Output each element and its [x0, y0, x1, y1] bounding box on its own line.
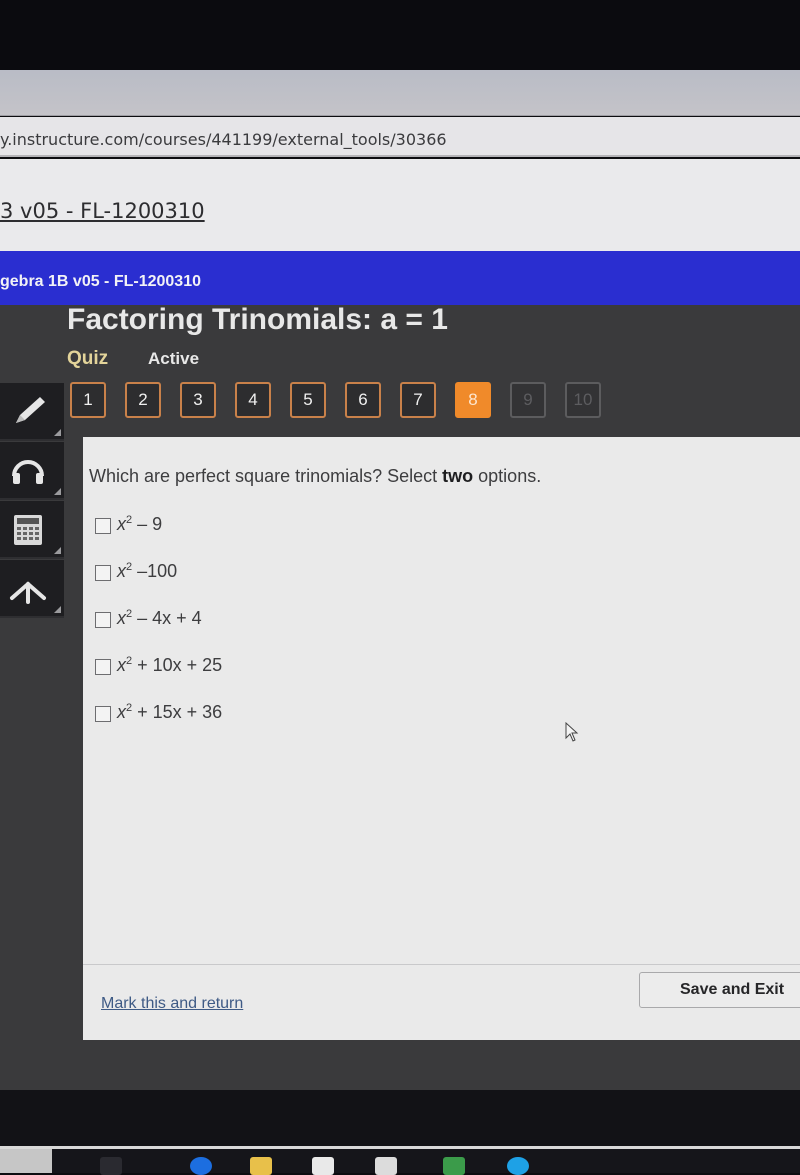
save-and-exit-button[interactable]: Save and Exit [639, 972, 800, 1008]
checkbox[interactable] [95, 612, 111, 628]
expression-rest: –100 [132, 561, 178, 581]
variable: x [117, 608, 126, 628]
calculator-tool-button[interactable] [0, 501, 64, 559]
expression-rest: – 4x + 4 [132, 608, 202, 628]
expression-rest: + 15x + 36 [132, 702, 223, 722]
edge-browser-icon[interactable] [190, 1157, 212, 1175]
option-expression: x2 + 10x + 25 [117, 655, 222, 676]
url-text[interactable]: y.instructure.com/courses/441199/externa… [0, 130, 447, 149]
search-box[interactable] [0, 1149, 52, 1173]
question-button-3[interactable]: 3 [180, 382, 216, 418]
prompt-emphasis: two [442, 466, 474, 486]
question-button-1[interactable]: 1 [70, 382, 106, 418]
course-title-bar: gebra 1B v05 - FL-1200310 [0, 251, 800, 307]
checkbox[interactable] [95, 518, 111, 534]
store-icon[interactable] [312, 1157, 334, 1175]
question-button-6[interactable]: 6 [345, 382, 381, 418]
option-expression: x2 – 9 [117, 514, 162, 535]
monitor-bezel [0, 0, 800, 70]
question-button-5[interactable]: 5 [290, 382, 326, 418]
calculator-icon [14, 515, 42, 545]
prompt-text: Which are perfect square trinomials? Sel… [89, 466, 443, 486]
tool-expand-corner [54, 547, 61, 554]
skype-icon[interactable] [507, 1157, 529, 1175]
variable: x [117, 514, 126, 534]
question-button-4[interactable]: 4 [235, 382, 271, 418]
option-expression: x2 + 15x + 36 [117, 702, 222, 723]
activity-status-label: Active [148, 349, 200, 368]
collapse-icon [10, 581, 46, 604]
headphones-icon [12, 460, 44, 484]
checkbox[interactable] [95, 706, 111, 722]
question-button-2[interactable]: 2 [125, 382, 161, 418]
activity-type-label: Quiz [67, 348, 109, 369]
mouse-cursor-icon [565, 722, 579, 742]
file-explorer-icon[interactable] [250, 1157, 272, 1175]
question-button-10-locked: 10 [565, 382, 601, 418]
expression-rest: + 10x + 25 [132, 655, 223, 675]
question-button-7[interactable]: 7 [400, 382, 436, 418]
photo-of-screen: y.instructure.com/courses/441199/externa… [0, 0, 800, 1175]
excel-icon[interactable] [443, 1157, 465, 1175]
prompt-text-end: options. [473, 466, 542, 486]
option-expression: x2 – 4x + 4 [117, 608, 202, 629]
variable: x [117, 561, 126, 581]
question-button-9-locked: 9 [510, 382, 546, 418]
checkbox[interactable] [95, 659, 111, 675]
tool-expand-corner [54, 429, 61, 436]
pencil-icon [16, 397, 45, 423]
variable: x [117, 655, 126, 675]
windows-taskbar [0, 1146, 800, 1175]
variable: x [117, 702, 126, 722]
task-view-icon[interactable] [100, 1157, 122, 1175]
tool-expand-corner [54, 606, 61, 613]
mark-and-return-link[interactable]: Mark this and return [101, 995, 243, 1013]
pencil-tool-button[interactable] [0, 383, 64, 441]
question-area: Which are perfect square trinomials? Sel… [83, 437, 800, 1040]
monitor-bezel-lower [0, 1090, 800, 1146]
question-button-8-current[interactable]: 8 [455, 382, 491, 418]
footer-divider [83, 964, 800, 965]
browser-tab-strip [0, 70, 800, 116]
mail-icon[interactable] [375, 1157, 397, 1175]
option-expression: x2 –100 [117, 561, 177, 582]
text-to-speech-tool-button[interactable] [0, 442, 64, 500]
collapse-tools-button[interactable] [0, 560, 64, 618]
course-breadcrumb-link[interactable]: 3 v05 - FL-1200310 [0, 199, 205, 223]
question-prompt: Which are perfect square trinomials? Sel… [89, 466, 541, 487]
expression-rest: – 9 [132, 514, 163, 534]
course-header: 3 v05 - FL-1200310 [0, 159, 800, 251]
browser-address-bar[interactable]: y.instructure.com/courses/441199/externa… [0, 117, 800, 157]
activity-title: Factoring Trinomials: a = 1 [67, 303, 448, 336]
checkbox[interactable] [95, 565, 111, 581]
course-title: gebra 1B v05 - FL-1200310 [0, 273, 201, 290]
tool-expand-corner [54, 488, 61, 495]
